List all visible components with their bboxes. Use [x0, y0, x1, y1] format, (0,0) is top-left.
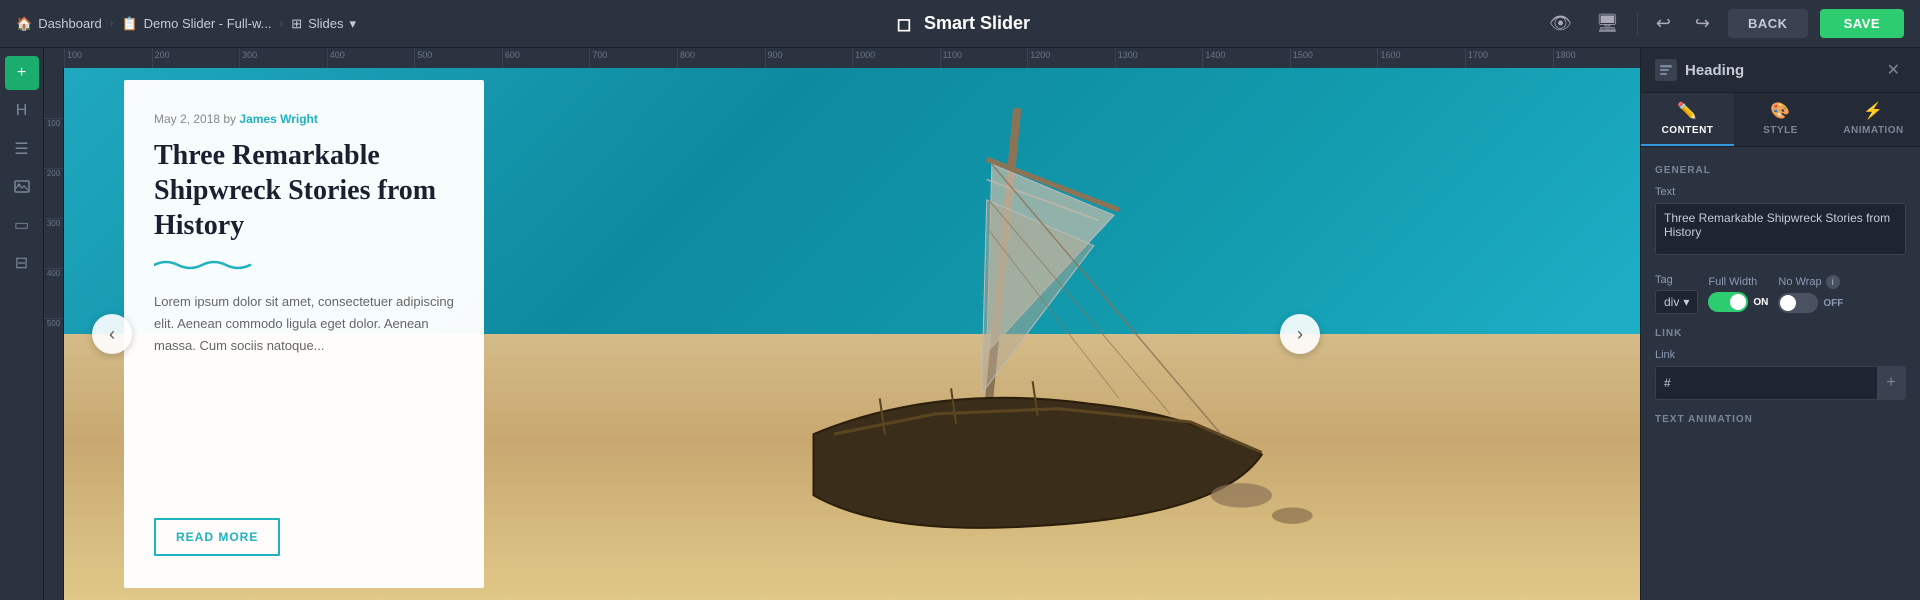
slider-icon: 📋: [121, 16, 137, 32]
link-add-button[interactable]: +: [1877, 367, 1905, 399]
sidebar-widget-button[interactable]: ▭: [5, 208, 39, 242]
chevron-down-icon: ▾: [350, 16, 357, 32]
tab-animation[interactable]: ⚡ ANIMATION: [1827, 93, 1920, 146]
slide-prev-button[interactable]: ‹: [92, 314, 132, 354]
slides-grid-icon: ⊞: [291, 16, 302, 32]
no-wrap-label-text: No Wrap: [1778, 276, 1821, 288]
vertical-ruler: 100 200 300 400 500: [44, 68, 64, 600]
top-navigation: 🏠 Dashboard › 📋 Demo Slider - Full-w... …: [0, 0, 1920, 48]
breadcrumb-sep-1: ›: [110, 18, 114, 30]
sidebar-image-button[interactable]: [5, 170, 39, 204]
undo-button[interactable]: ↩: [1650, 9, 1677, 38]
animation-tab-icon: ⚡: [1863, 101, 1883, 121]
responsive-button[interactable]: 🖥: [1590, 9, 1625, 38]
save-button[interactable]: SAVE: [1820, 9, 1904, 38]
no-wrap-control-group: No Wrap i OFF: [1778, 275, 1843, 313]
slide: May 2, 2018 by James Wright Three Remark…: [64, 68, 1640, 600]
card-excerpt: Lorem ipsum dolor sit amet, consectetuer…: [154, 291, 454, 494]
slides-dropdown-button[interactable]: ⊞ Slides ▾: [291, 16, 356, 32]
card-title: Three Remarkable Shipwreck Stories from …: [154, 138, 454, 243]
breadcrumb-sep-2: ›: [280, 18, 284, 30]
full-width-toggle[interactable]: [1708, 292, 1748, 312]
general-section-label: GENERAL: [1655, 165, 1906, 176]
brand-logo: ◻ Smart Slider: [890, 10, 1030, 38]
text-field-input[interactable]: Three Remarkable Shipwreck Stories from …: [1655, 203, 1906, 255]
preview-button[interactable]: 👁: [1543, 9, 1578, 38]
sidebar-layout-button[interactable]: ⊟: [5, 246, 39, 280]
main-area: + H ☰ ▭ ⊟ 100 200 300 400 500 600: [0, 48, 1920, 600]
no-wrap-toggle-label: OFF: [1823, 298, 1843, 309]
slider-link[interactable]: 📋 Demo Slider - Full-w...: [121, 16, 271, 32]
panel-header-icon: [1655, 59, 1677, 81]
svg-text:◻: ◻: [897, 14, 912, 34]
sidebar-menu-button[interactable]: ☰: [5, 132, 39, 166]
tag-control-group: Tag div ▾: [1655, 274, 1698, 314]
animation-tab-label: ANIMATION: [1843, 125, 1903, 136]
link-section-label: LINK: [1655, 328, 1906, 339]
read-more-button[interactable]: READ MORE: [154, 518, 280, 556]
breadcrumb: 🏠 Dashboard › 📋 Demo Slider - Full-w... …: [16, 16, 356, 32]
full-width-toggle-wrap: ON: [1708, 292, 1768, 312]
brand-name: Smart Slider: [924, 13, 1030, 34]
text-field-label: Text: [1655, 186, 1906, 198]
panel-tabs: ✏️ CONTENT 🎨 STYLE ⚡ ANIMATION: [1641, 93, 1920, 147]
back-button[interactable]: BACK: [1728, 9, 1808, 38]
no-wrap-toggle[interactable]: [1778, 293, 1818, 313]
tab-content[interactable]: ✏️ CONTENT: [1641, 93, 1734, 146]
style-tab-label: STYLE: [1763, 125, 1798, 136]
controls-row: Tag div ▾ Full Width ON: [1655, 274, 1906, 314]
canvas-area: 100 200 300 400 500 600 700 800 900 1000…: [44, 48, 1640, 600]
right-panel: Heading ✕ ✏️ CONTENT 🎨 STYLE ⚡ ANIMATION…: [1640, 48, 1920, 600]
slide-canvas: 100 200 300 400 500: [44, 68, 1640, 600]
tag-field-label: Tag: [1655, 274, 1698, 286]
nav-divider: [1637, 12, 1638, 36]
link-field-group: Link +: [1655, 349, 1906, 400]
no-wrap-toggle-knob: [1780, 295, 1796, 311]
full-width-label: Full Width: [1708, 276, 1768, 288]
sidebar-add-button[interactable]: +: [5, 56, 39, 90]
tag-select[interactable]: div ▾: [1655, 290, 1698, 314]
style-tab-icon: 🎨: [1770, 101, 1790, 121]
text-field-group: Text Three Remarkable Shipwreck Stories …: [1655, 186, 1906, 260]
no-wrap-label: No Wrap i: [1778, 275, 1843, 289]
left-sidebar: + H ☰ ▭ ⊟: [0, 48, 44, 600]
panel-close-button[interactable]: ✕: [1881, 58, 1906, 82]
content-card: May 2, 2018 by James Wright Three Remark…: [124, 80, 484, 588]
link-field-label: Link: [1655, 349, 1906, 361]
content-tab-icon: ✏️: [1677, 101, 1697, 121]
tag-value: div: [1664, 295, 1679, 309]
full-width-toggle-knob: [1730, 294, 1746, 310]
card-meta: May 2, 2018 by James Wright: [154, 112, 454, 126]
panel-title-row: Heading: [1655, 59, 1744, 81]
no-wrap-toggle-wrap: OFF: [1778, 293, 1843, 313]
card-author: James Wright: [239, 112, 317, 126]
tab-style[interactable]: 🎨 STYLE: [1734, 93, 1827, 146]
tag-chevron-icon: ▾: [1683, 295, 1689, 309]
text-animation-section-label: TEXT ANIMATION: [1655, 414, 1906, 425]
content-tab-label: CONTENT: [1662, 125, 1714, 136]
link-input[interactable]: [1656, 369, 1877, 397]
dashboard-link[interactable]: 🏠 Dashboard: [16, 16, 102, 32]
link-input-wrap: +: [1655, 366, 1906, 400]
panel-header: Heading ✕: [1641, 48, 1920, 93]
full-width-control-group: Full Width ON: [1708, 276, 1768, 312]
panel-title: Heading: [1685, 62, 1744, 79]
panel-body: GENERAL Text Three Remarkable Shipwreck …: [1641, 147, 1920, 600]
shipwreck-image: [537, 98, 1640, 577]
no-wrap-info-icon[interactable]: i: [1826, 275, 1840, 289]
slide-viewport: May 2, 2018 by James Wright Three Remark…: [64, 68, 1640, 600]
slide-next-button[interactable]: ›: [1280, 314, 1320, 354]
nav-actions: 👁 🖥 ↩ ↪ BACK SAVE: [1543, 9, 1904, 38]
redo-button[interactable]: ↪: [1689, 9, 1716, 38]
home-icon: 🏠: [16, 16, 32, 32]
brand-icon-svg: ◻: [890, 10, 918, 38]
card-date: May 2, 2018 by: [154, 112, 236, 126]
horizontal-ruler: 100 200 300 400 500 600 700 800 900 1000…: [44, 48, 1640, 68]
sidebar-heading-button[interactable]: H: [5, 94, 39, 128]
card-wave-decoration: [154, 257, 454, 273]
full-width-toggle-label: ON: [1753, 297, 1768, 308]
